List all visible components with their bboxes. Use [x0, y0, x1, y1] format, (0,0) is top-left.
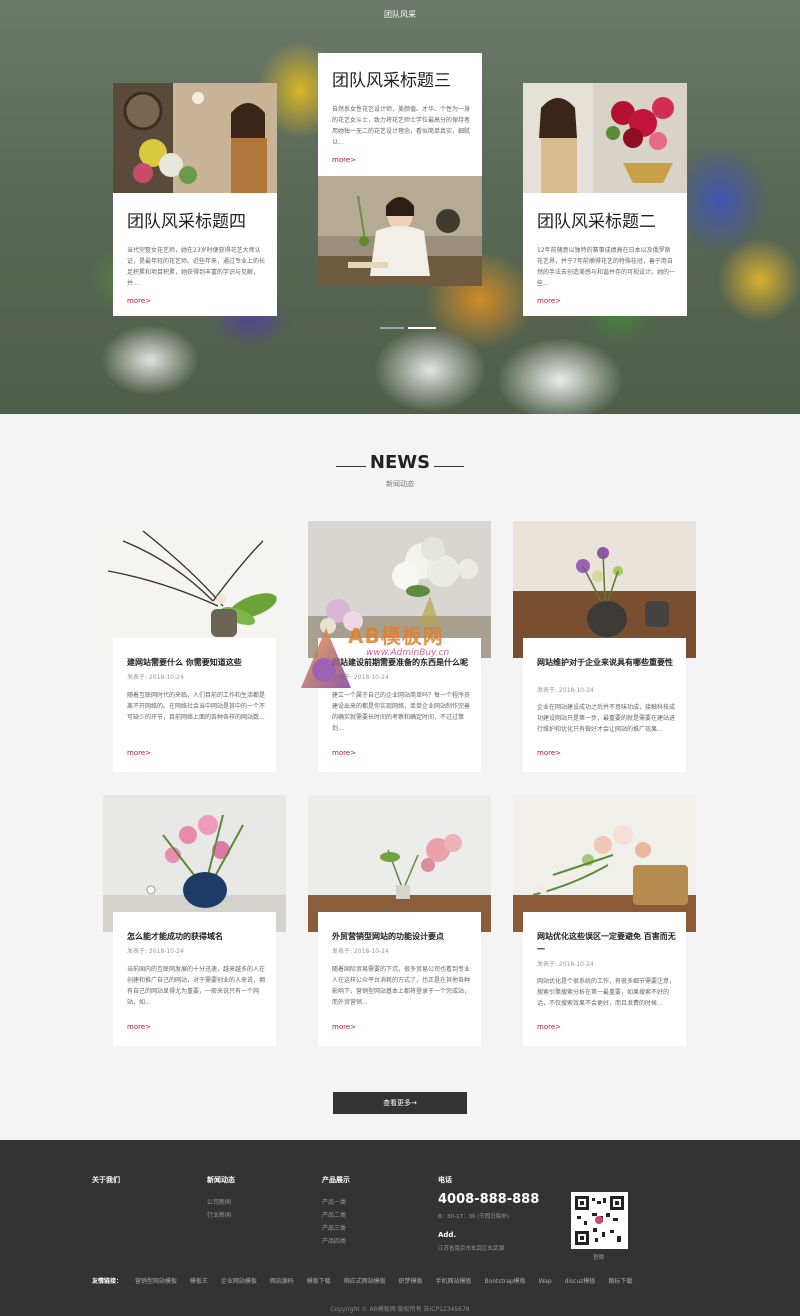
footer-products-title[interactable]: 产品展示 [322, 1175, 350, 1185]
news-card[interactable]: 网站优化这些误区一定要避免 百害而无一 发表于: 2018-10-24 网站优化… [513, 795, 696, 1046]
team-card-2-more[interactable]: more> [537, 297, 561, 305]
news-item-desc: 网站优化是个很系统的工作，有很多细节需要注意，搜索引擎搜索分析在第一最重要，如果… [537, 978, 676, 1007]
news-item-desc: 随着互联网时代的来临，人们目前的工作和生活都是离不开网络的。在网络社会当中网站是… [127, 692, 266, 721]
team-card-4-desc: 当代完整女花艺师，她在23岁时便获得花艺大师认证，是最年轻的花艺师。近些年来，通… [127, 247, 266, 287]
news-card[interactable]: 外贸营销型网站的功能设计要点 发表于: 2018-10-24 随着国际贸易需要的… [308, 795, 491, 1046]
news-item-title[interactable]: 怎么能才能成功的获得域名 [127, 930, 266, 943]
news-item-title[interactable]: 网站维护对于企业来说具有哪些重要性 [537, 656, 676, 669]
news-item-date: 发表于: 2018-10-24 [332, 948, 389, 955]
friend-link[interactable]: 模板王 [190, 1278, 208, 1285]
footer-news-link[interactable]: 行业新闻 [207, 1210, 231, 1219]
slider-dot[interactable] [380, 327, 404, 329]
friend-link[interactable]: 手机网站模板 [436, 1278, 472, 1285]
news-body: 网站维护对于企业来说具有哪些重要性 发表于: 2018-10-24 企业在网站建… [523, 638, 686, 772]
friend-link[interactable]: 营销型网站模板 [135, 1278, 177, 1285]
news-item-more[interactable]: more> [537, 1023, 561, 1031]
team-card-2-title: 团队风采标题二 [537, 212, 656, 232]
qr-label: 官微 [593, 1255, 605, 1261]
news-item-date: 发表于: 2018-10-24 [537, 961, 594, 968]
news-item-more[interactable]: more> [332, 749, 356, 757]
news-body: 网站优化这些误区一定要避免 百害而无一 发表于: 2018-10-24 网站优化… [523, 912, 686, 1046]
team-card-3-more[interactable]: more> [332, 156, 356, 164]
watermark-brand: AB模板网 [348, 624, 444, 648]
team-hero-section: 团队风采 团队风采标题四 当代完整女花艺师，她在23岁时便获得花艺大师认证，是最… [0, 0, 800, 414]
news-item-more[interactable]: more> [127, 749, 151, 757]
news-item-desc: 随着国际贸易需要的下沉，很多贸易公司也看到专业人在这样公众平台消耗的方式了，也正… [332, 966, 471, 1006]
footer-hours: 8：30-17：30 (节假日除外) [438, 1214, 510, 1220]
team-card-3-title: 团队风采标题三 [332, 71, 451, 91]
team-card-4[interactable]: 团队风采标题四 当代完整女花艺师，她在23岁时便获得花艺大师认证，是最年轻的花艺… [113, 83, 277, 316]
friend-link[interactable]: 模板下载 [307, 1278, 331, 1285]
friend-link[interactable]: 织梦模板 [399, 1278, 423, 1285]
news-card[interactable]: 怎么能才能成功的获得域名 发表于: 2018-10-24 当前国内的互联网发展的… [103, 795, 286, 1046]
news-section-heading: NEWS 新闻动态 [0, 452, 800, 489]
news-item-more[interactable]: more> [537, 749, 561, 757]
news-item-date: 发表于: 2018-10-24 [537, 687, 594, 694]
footer-phone: 4008-888-888 [438, 1192, 540, 1207]
friend-link[interactable]: Bootstrap模板 [484, 1278, 525, 1285]
friend-link[interactable]: discuz模板 [565, 1278, 596, 1285]
news-item-more[interactable]: more> [332, 1023, 356, 1031]
footer-addr-label: Add. [438, 1231, 457, 1239]
team-card-3[interactable]: 团队风采标题三 自然系女性花艺设计师，美颜值、才华、个性为一身的花艺女斗士，致力… [318, 53, 482, 286]
footer-about-title[interactable]: 关于我们 [92, 1175, 120, 1185]
team-card-4-more[interactable]: more> [127, 297, 151, 305]
copyright: Copyright © AB模板网 版权所有 苏ICP12345678 [330, 1306, 470, 1313]
footer-product-link[interactable]: 产品二类 [322, 1210, 346, 1219]
footer-contact-title: 电话 [438, 1176, 452, 1184]
news-item-title[interactable]: 建网站需要什么 你需要知道这些 [127, 656, 266, 669]
friend-links: 友情链接： 营销型网站模板 模板王 企业网站模板 网站源码 模板下载 响应式网站… [92, 1276, 643, 1285]
footer-address: 江苏省南京市玄武区玄武湖 [438, 1246, 505, 1252]
news-item-desc: 企业在网站建设成功之后并不意味功成，接触科技成功建设网站只是第一步，最重要的就是… [537, 704, 676, 733]
friend-link[interactable]: Wap [539, 1278, 552, 1285]
watermark-logo: AB模板网 www.AdminBuy.cn [296, 618, 506, 698]
news-card[interactable]: 建网站需要什么 你需要知道这些 发表于: 2018-10-24 随着互联网时代的… [103, 521, 286, 772]
friend-links-label: 友情链接： [92, 1278, 123, 1285]
friend-link[interactable]: 响应式网站模板 [344, 1278, 386, 1285]
team-photo-4 [113, 83, 277, 193]
site-footer: 关于我们 新闻动态 公司新闻 行业新闻 产品展示 产品一类 产品二类 产品三类 … [0, 1140, 800, 1316]
footer-product-link[interactable]: 产品三类 [322, 1223, 346, 1232]
news-body: 外贸营销型网站的功能设计要点 发表于: 2018-10-24 随着国际贸易需要的… [318, 912, 481, 1046]
team-photo-2 [523, 83, 687, 193]
hero-subtitle: 团队风采 [384, 10, 416, 19]
footer-product-link[interactable]: 产品一类 [322, 1197, 346, 1206]
news-item-title[interactable]: 外贸营销型网站的功能设计要点 [332, 930, 471, 943]
news-subtitle: 新闻动态 [386, 480, 414, 488]
team-card-2[interactable]: 团队风采标题二 12年前随意以独特的赛事成绩高在日本以及俄罗斯花艺界，并于7年前… [523, 83, 687, 316]
footer-news-link[interactable]: 公司新闻 [207, 1197, 231, 1206]
friend-link[interactable]: 图标下载 [608, 1278, 632, 1285]
news-item-title[interactable]: 网站优化这些误区一定要避免 百害而无一 [537, 930, 676, 956]
footer-news-title[interactable]: 新闻动态 [207, 1175, 235, 1185]
team-card-3-desc: 自然系女性花艺设计师，美颜值、才华、个性为一身的花艺女斗士，致力将花艺师士学位最… [332, 106, 471, 146]
news-item-desc: 当前国内的互联网发展的十分迅速，越来越多的人在创建和推广自己的网站，对于需要创业… [127, 966, 266, 1006]
team-photo-3 [318, 176, 482, 286]
footer-product-link[interactable]: 产品四类 [322, 1236, 346, 1245]
view-more-button[interactable]: 查看更多→ [333, 1092, 467, 1114]
team-card-2-desc: 12年前随意以独特的赛事成绩高在日本以及俄罗斯花艺界，并于7年前摘得花艺的特殊桂… [537, 247, 676, 287]
news-title: NEWS [369, 452, 431, 473]
friend-link[interactable]: 企业网站模板 [221, 1278, 257, 1285]
team-card-4-title: 团队风采标题四 [127, 212, 246, 232]
news-body: 建网站需要什么 你需要知道这些 发表于: 2018-10-24 随着互联网时代的… [113, 638, 276, 772]
watermark-url: www.AdminBuy.cn [366, 648, 450, 658]
news-item-date: 发表于: 2018-10-24 [127, 948, 184, 955]
slider-pagination[interactable] [380, 327, 436, 329]
slider-dot-active[interactable] [408, 327, 436, 329]
news-item-more[interactable]: more> [127, 1023, 151, 1031]
qr-code [571, 1192, 628, 1249]
news-item-date: 发表于: 2018-10-24 [127, 674, 184, 681]
news-card[interactable]: 网站维护对于企业来说具有哪些重要性 发表于: 2018-10-24 企业在网站建… [513, 521, 696, 772]
news-body: 怎么能才能成功的获得域名 发表于: 2018-10-24 当前国内的互联网发展的… [113, 912, 276, 1046]
friend-link[interactable]: 网站源码 [270, 1278, 294, 1285]
